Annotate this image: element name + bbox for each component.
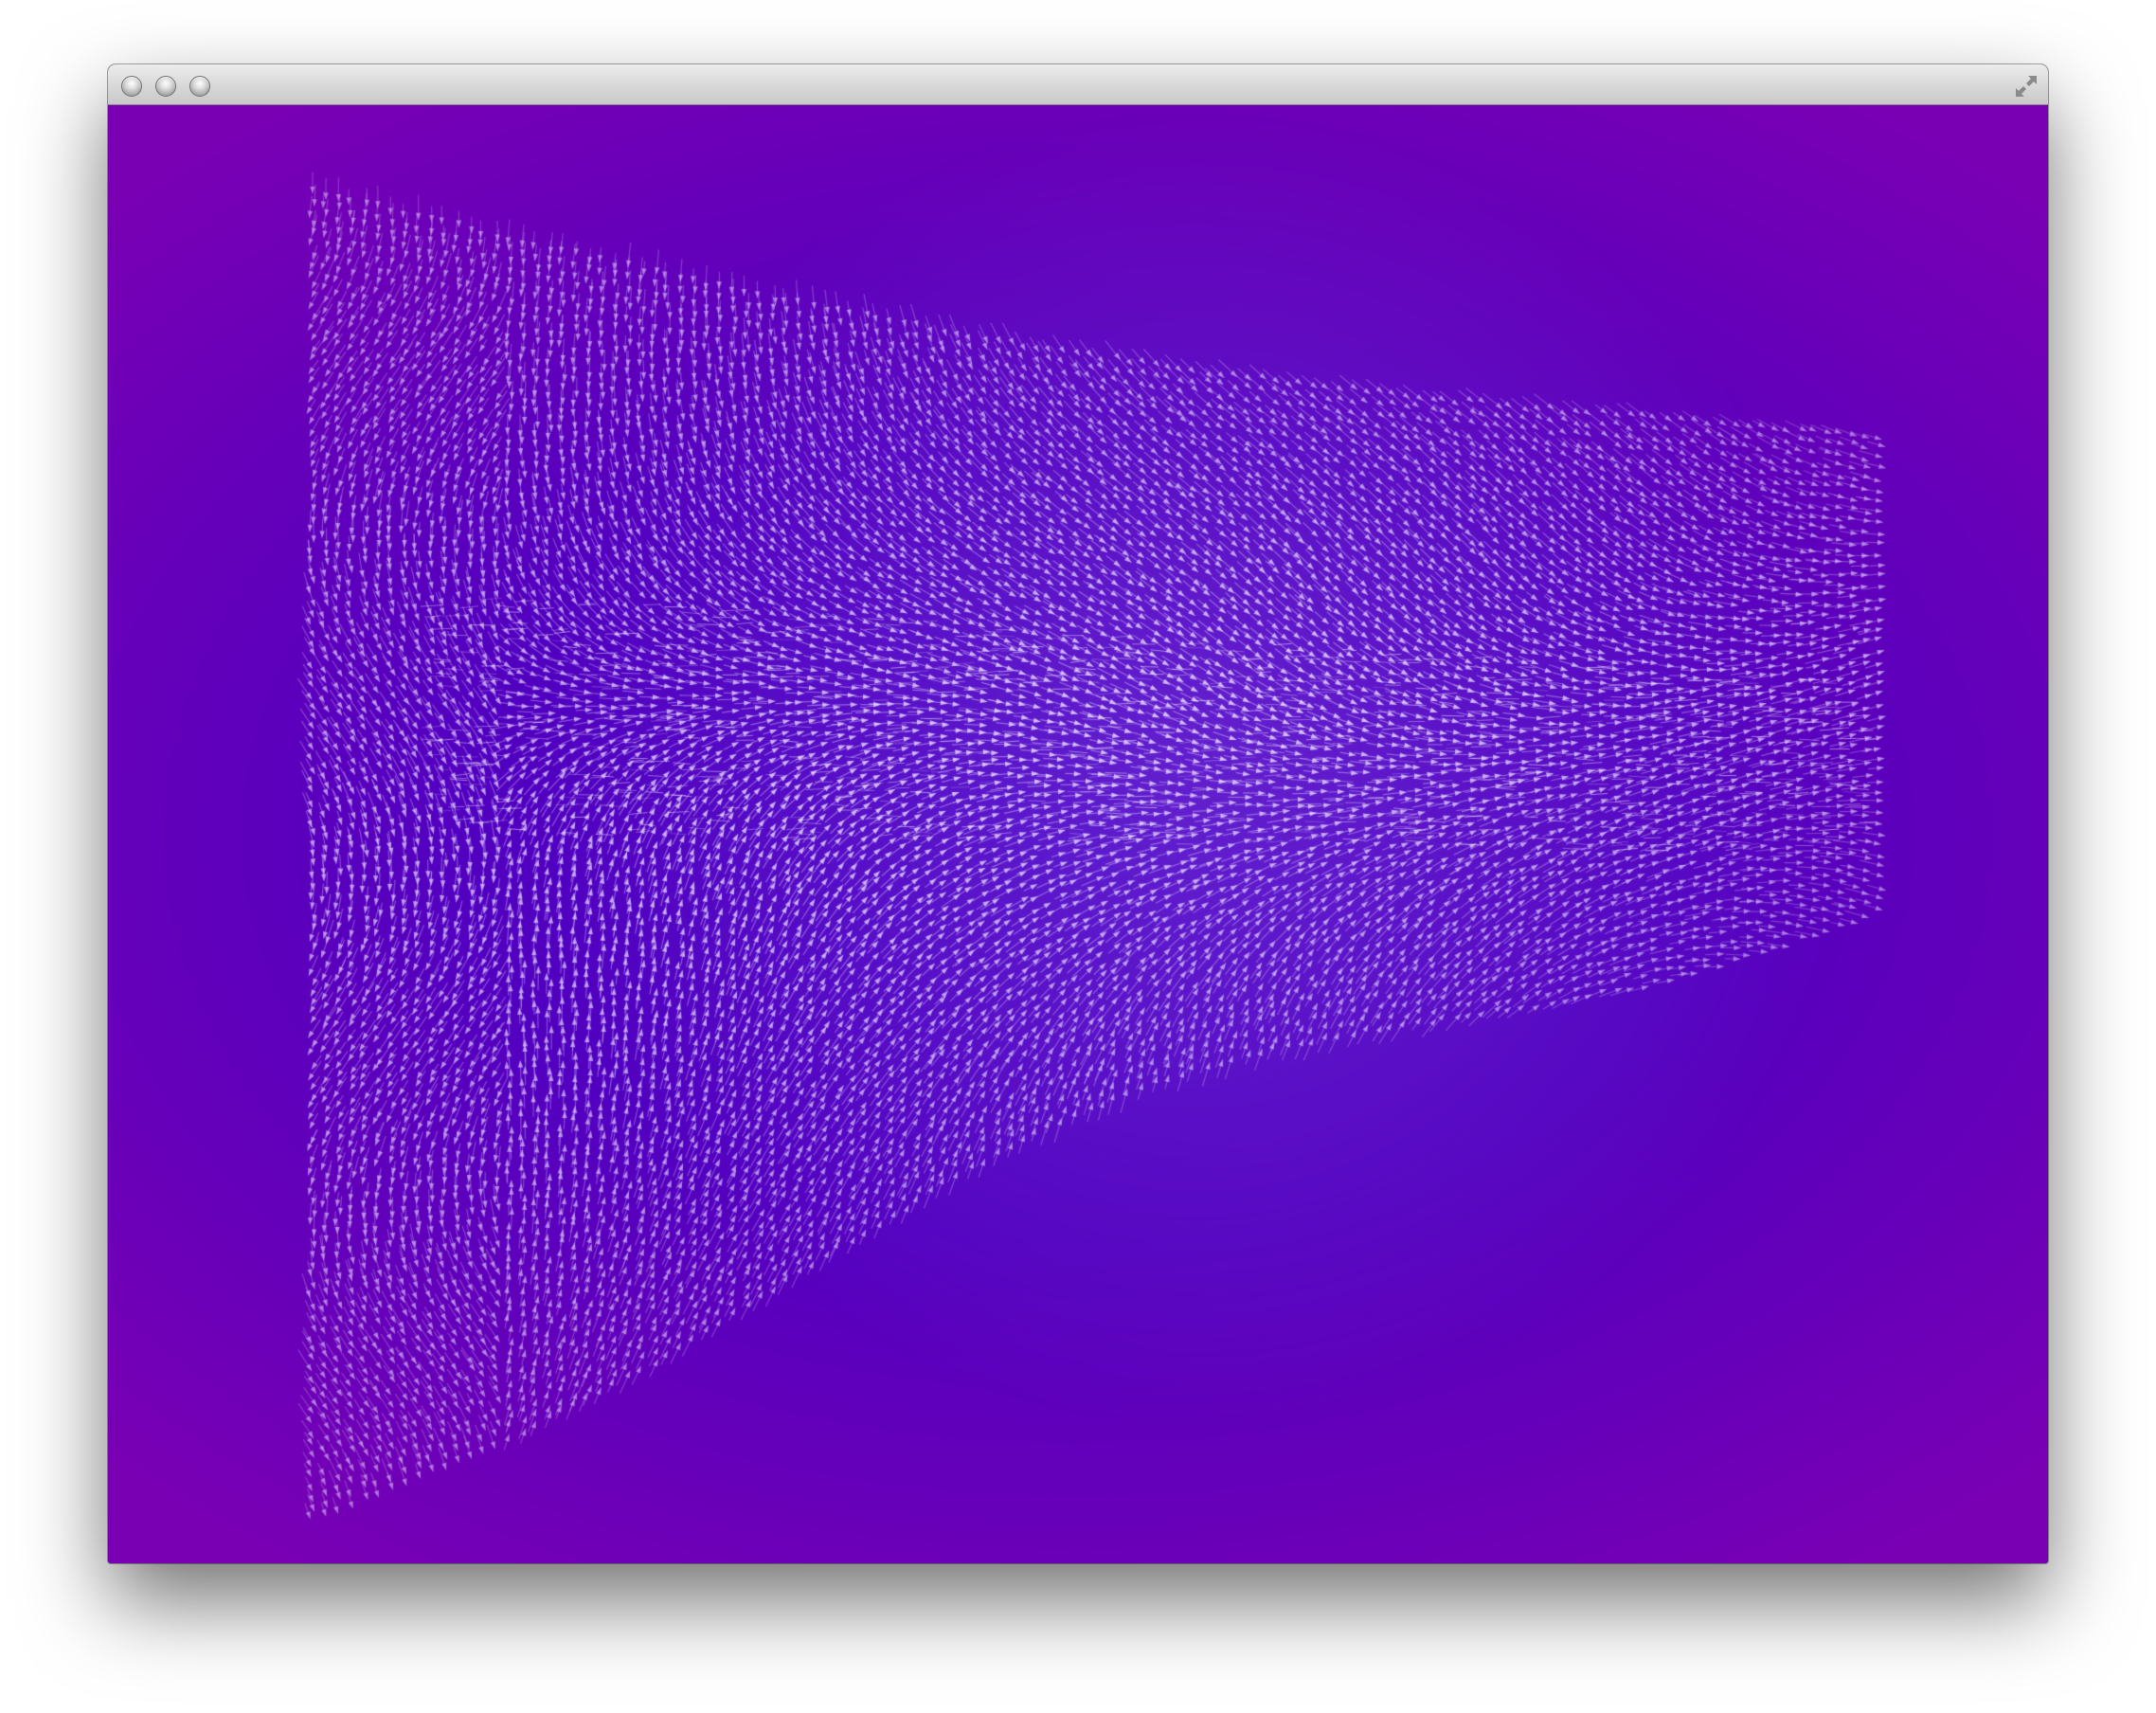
- fullscreen-arrows-icon[interactable]: [2012, 72, 2040, 100]
- zoom-button[interactable]: [189, 76, 210, 97]
- app-window: [108, 64, 2048, 1563]
- particle-field[interactable]: [108, 105, 2048, 1563]
- minimize-button[interactable]: [155, 76, 176, 97]
- visualization-canvas[interactable]: [108, 105, 2048, 1563]
- title-bar[interactable]: [108, 64, 2048, 105]
- close-button[interactable]: [121, 76, 142, 97]
